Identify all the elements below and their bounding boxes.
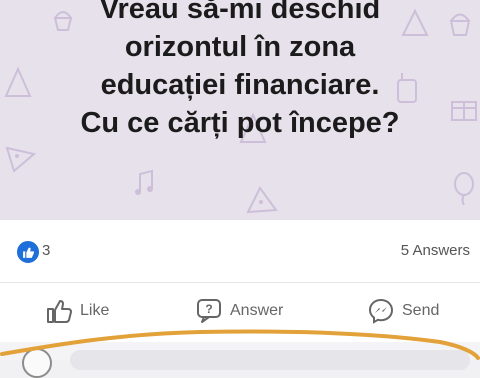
answer-count[interactable]: 5 Answers: [401, 242, 470, 259]
question-title: Vreau să-mi deschid orizontul în zona ed…: [0, 0, 480, 142]
like-reaction-icon[interactable]: [16, 240, 40, 264]
question-line-2: orizontul în zona: [124, 31, 356, 63]
like-count[interactable]: 3: [42, 242, 50, 259]
question-line-4: Cu ce cărți pot începe?: [80, 107, 400, 139]
thumbs-up-icon: [22, 247, 34, 258]
question-line-3: educației financiare.: [100, 69, 380, 101]
balloon-icon: [454, 172, 474, 206]
pizza-slice-icon: [246, 186, 278, 214]
question-line-1: Vreau să-mi deschid: [99, 0, 381, 25]
question-post-background: Vreau să-mi deschid orizontul în zona ed…: [0, 0, 480, 220]
svg-text:?: ?: [205, 302, 212, 316]
music-notes-icon: [135, 169, 153, 195]
pizza-slice-icon: [5, 146, 37, 173]
highlight-mark: [0, 329, 480, 360]
